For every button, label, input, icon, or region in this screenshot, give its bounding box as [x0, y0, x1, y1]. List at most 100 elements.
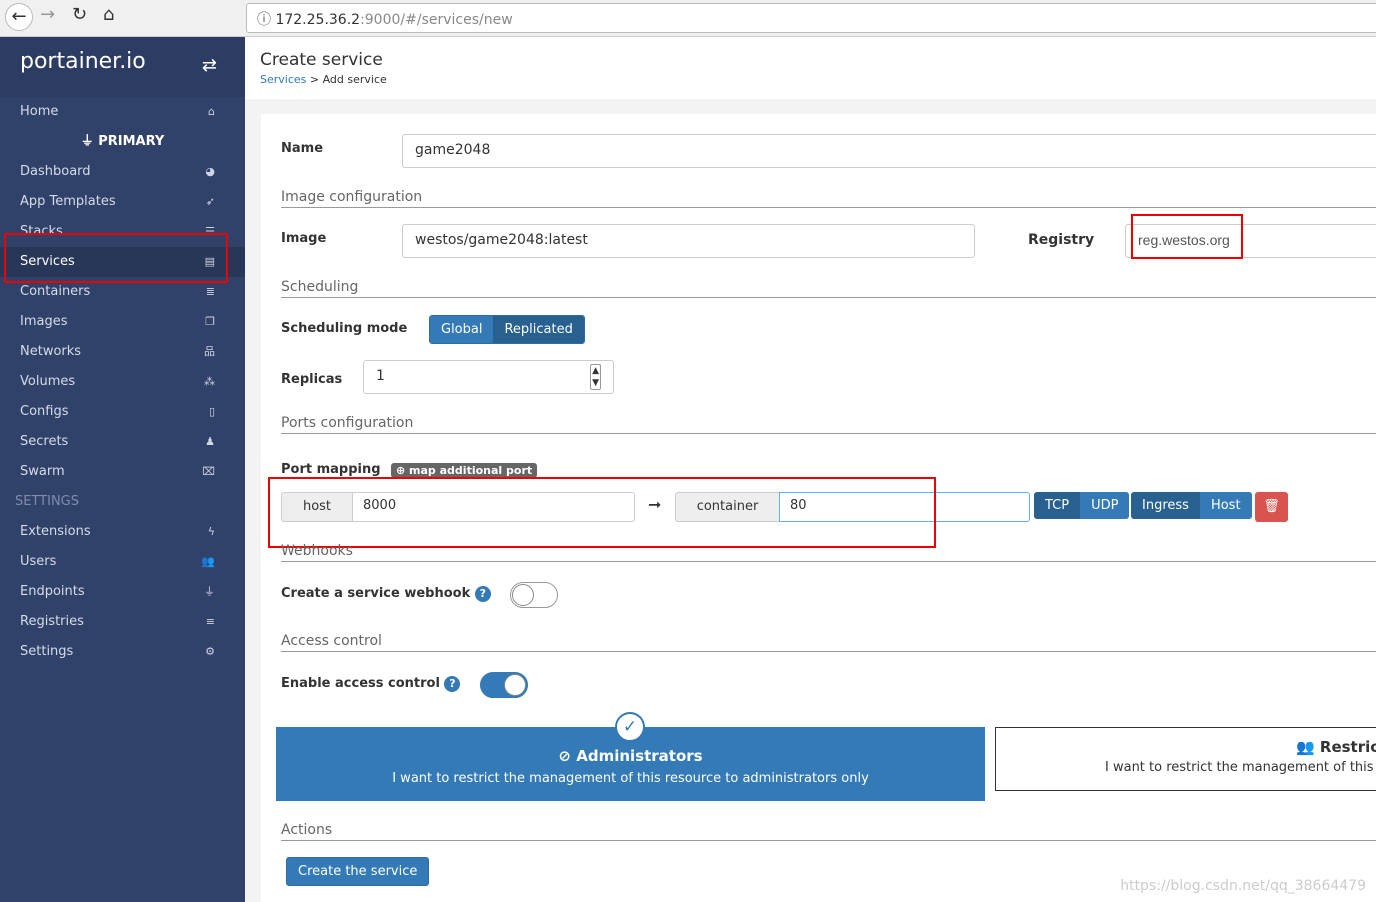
sidebar-item-configs[interactable]: Configs ▯: [0, 397, 245, 427]
sidebar-item-dashboard[interactable]: Dashboard ◕: [0, 157, 245, 187]
webhook-label-row: Create a service webhook ?: [281, 586, 491, 602]
breadcrumb-current: > Add service: [306, 73, 387, 86]
rocket-icon: ➶: [205, 195, 215, 208]
map-port-label: map additional port: [409, 464, 533, 477]
trash-icon[interactable]: 🗑: [1255, 492, 1288, 522]
back-icon[interactable]: ←: [5, 3, 33, 31]
logo-text: portainer.io: [20, 49, 146, 74]
create-service-button[interactable]: Create the service: [286, 857, 430, 886]
logo[interactable]: portainer.io ⇄: [0, 37, 245, 97]
cubes-icon: ⁂: [204, 375, 215, 388]
sidebar-item-networks[interactable]: Networks 品: [0, 337, 245, 367]
swap-endpoint-icon[interactable]: ⇄: [202, 55, 217, 76]
sitemap-icon: 品: [204, 345, 215, 358]
map-additional-port-button[interactable]: ⊕ map additional port: [391, 463, 538, 478]
spinner-icon[interactable]: ▲ ▼: [590, 364, 601, 390]
image-section-title: Image configuration: [281, 189, 1376, 208]
sidebar-item-extensions[interactable]: Extensions ϟ: [0, 517, 245, 547]
sidebar: portainer.io ⇄ Home ⌂ ⏚ PRIMARY Dashboard ◕ Ap…: [0, 37, 245, 902]
page-header: Create service Services > Add service: [245, 37, 1376, 99]
port-mapping-label: Port mapping: [281, 462, 381, 477]
eye-slash-icon: ⊘: [558, 747, 577, 765]
sidebar-item-settings[interactable]: Settings ⚙: [0, 637, 245, 667]
scheduling-mode-group: Global Replicated: [429, 315, 585, 344]
create-service-form: Name game2048 Image configuration Image …: [261, 114, 1376, 902]
highlight-box: [1131, 214, 1243, 259]
reload-icon[interactable]: ↻: [72, 4, 87, 25]
access-label-row: Enable access control ?: [281, 676, 461, 692]
sidebar-item-label: Registries: [20, 614, 84, 629]
sidebar-item-label: Extensions: [20, 524, 91, 539]
name-input[interactable]: game2048: [402, 134, 1376, 168]
home-icon: ⌂: [208, 105, 215, 118]
sidebar-item-swarm[interactable]: Swarm ⌧: [0, 457, 245, 487]
forward-icon[interactable]: →: [40, 4, 55, 25]
database-icon: ≡: [205, 615, 215, 628]
image-label: Image: [281, 231, 327, 246]
sidebar-item-label: Endpoints: [20, 584, 85, 599]
sidebar-item-label: Settings: [20, 644, 74, 659]
restricted-description: I want to restrict the management of thi…: [1105, 760, 1376, 775]
sidebar-item-label: Secrets: [20, 434, 69, 449]
access-control-label: Enable access control: [281, 676, 440, 691]
sidebar-item-volumes[interactable]: Volumes ⁂: [0, 367, 245, 397]
file-code-icon: ▯: [208, 405, 215, 418]
webhook-toggle[interactable]: [510, 582, 558, 608]
users-icon: 👥: [1296, 738, 1320, 756]
mode-replicated-button[interactable]: Replicated: [493, 316, 584, 343]
url-host: 172.25.36.2: [275, 12, 361, 28]
question-circle-icon[interactable]: ?: [444, 676, 461, 692]
home-icon[interactable]: ⌂: [103, 4, 114, 25]
plug-icon: ⏚: [80, 134, 99, 149]
access-control-toggle[interactable]: [480, 672, 528, 698]
host-mode-button[interactable]: Host: [1199, 492, 1252, 519]
restricted-option[interactable]: 👥 Restricted I want to restrict the mana…: [995, 727, 1376, 791]
registry-label: Registry: [1028, 232, 1095, 248]
dashboard-icon: ◕: [205, 165, 215, 178]
administrators-title: Administrators: [576, 747, 703, 765]
image-input[interactable]: westos/game2048:latest: [402, 224, 975, 258]
users-icon: 👥: [201, 555, 215, 568]
tcp-button[interactable]: TCP: [1034, 492, 1081, 519]
restricted-title: Restricted: [1319, 738, 1376, 756]
replicas-value: 1: [376, 368, 385, 384]
sidebar-item-endpoints[interactable]: Endpoints ⏚: [0, 577, 245, 607]
breadcrumb-services-link[interactable]: Services: [260, 73, 306, 86]
publish-mode-group: Ingress Host: [1131, 492, 1252, 519]
sidebar-item-images[interactable]: Images ❐: [0, 307, 245, 337]
sidebar-item-label: Configs: [20, 404, 69, 419]
url-bar[interactable]: ⓘ 172.25.36.2:9000/#/services/new: [246, 3, 1376, 33]
access-section-title: Access control: [281, 633, 1376, 652]
page-title: Create service: [260, 50, 383, 70]
object-group-icon: ⌧: [202, 465, 215, 478]
highlight-box: [4, 233, 228, 283]
scheduling-mode-label: Scheduling mode: [281, 321, 408, 336]
plus-circle-icon: ⊕: [396, 464, 410, 477]
ingress-button[interactable]: Ingress: [1131, 492, 1200, 519]
sidebar-item-primary[interactable]: ⏚ PRIMARY: [0, 127, 245, 157]
sidebar-item-label: Networks: [20, 344, 82, 359]
browser-toolbar: ← → ↻ ⌂ ⓘ 172.25.36.2:9000/#/services/ne…: [0, 0, 1376, 37]
mode-global-button[interactable]: Global: [430, 316, 494, 343]
ports-section-title: Ports configuration: [281, 415, 1376, 434]
sidebar-item-app-templates[interactable]: App Templates ➶: [0, 187, 245, 217]
sidebar-item-label: PRIMARY: [98, 134, 165, 149]
udp-button[interactable]: UDP: [1080, 492, 1130, 519]
sidebar-item-label: App Templates: [20, 194, 116, 209]
sidebar-item-users[interactable]: Users 👥: [0, 547, 245, 577]
sidebar-item-label: Images: [20, 314, 68, 329]
protocol-group: TCP UDP: [1034, 492, 1130, 519]
sidebar-item-home[interactable]: Home ⌂: [0, 97, 245, 127]
replicas-input[interactable]: 1 ▲ ▼: [363, 360, 614, 394]
sidebar-item-registries[interactable]: Registries ≡: [0, 607, 245, 637]
check-circle-icon: ✓: [615, 712, 645, 742]
sidebar-item-secrets[interactable]: Secrets ♟: [0, 427, 245, 457]
plug-icon: ⏚: [204, 585, 215, 598]
sidebar-item-settings: SETTINGS: [0, 487, 245, 517]
sidebar-item-label: Home: [20, 104, 59, 119]
sidebar-item-label: Containers: [20, 284, 91, 299]
watermark: https://blog.csdn.net/qq_38664479: [1120, 878, 1366, 894]
cogs-icon: ⚙: [205, 645, 215, 658]
question-circle-icon[interactable]: ?: [474, 586, 491, 602]
administrators-option[interactable]: ✓ ⊘ Administrators I want to restrict th…: [276, 712, 985, 801]
